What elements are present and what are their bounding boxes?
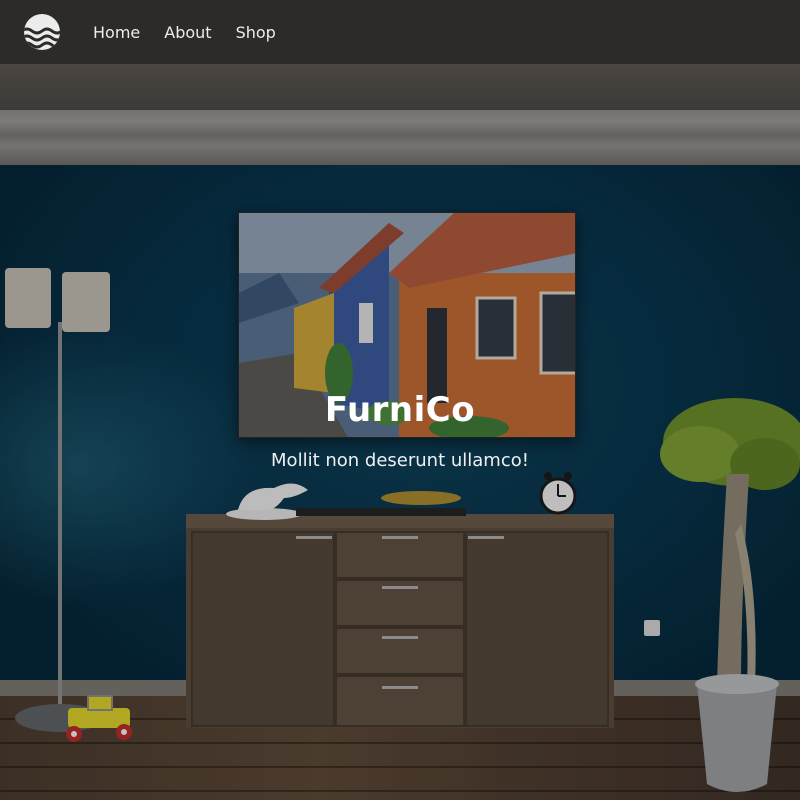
lamp-shade <box>5 268 51 328</box>
nav-link-shop[interactable]: Shop <box>236 23 276 42</box>
sideboard-image <box>186 514 614 728</box>
book-decor-image <box>296 491 466 516</box>
nav-links: Home About Shop <box>93 0 300 64</box>
clock-decor-image <box>539 472 577 515</box>
toy-car-image <box>66 695 132 742</box>
nav-link-home[interactable]: Home <box>93 23 140 42</box>
hero-ceiling <box>0 64 800 110</box>
potted-tree-image <box>660 398 800 792</box>
hero-title: FurniCo <box>324 390 476 430</box>
navbar: Home About Shop <box>0 0 800 64</box>
lamp-shade <box>62 272 110 332</box>
waves-logo-icon[interactable] <box>22 14 62 50</box>
hero-crown-molding <box>0 110 800 165</box>
lamp-pole <box>58 322 62 712</box>
hero-subtitle: Mollit non deserunt ullamco! <box>271 450 529 471</box>
nav-link-about[interactable]: About <box>164 23 211 42</box>
hero-section: FurniCo Mollit non deserunt ullamco! <box>0 64 800 800</box>
